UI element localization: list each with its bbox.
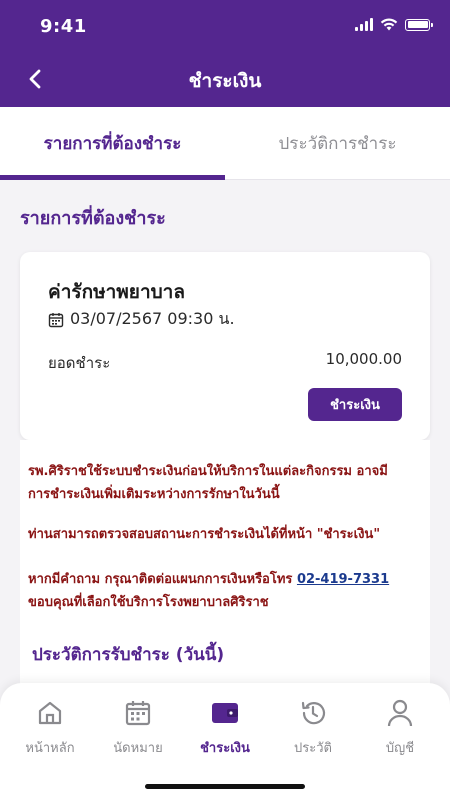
wallet-icon: [209, 697, 241, 729]
notice-payment-policy: รพ.ศิริราชใช้ระบบชำระเงินก่อนให้บริการใน…: [28, 464, 388, 502]
cellular-signal-icon: [355, 18, 373, 31]
status-time: 9:41: [40, 16, 87, 37]
bill-name: ค่ารักษาพยาบาล: [48, 281, 185, 303]
header: 9:41 ชำระเงิน: [0, 0, 450, 107]
wifi-icon: [380, 18, 398, 31]
pay-button[interactable]: ชำระเงิน: [308, 388, 402, 421]
nav-item-account[interactable]: บัญชี: [355, 697, 445, 759]
status-icons: [355, 18, 433, 31]
amount-value: 10,000.00: [325, 350, 402, 368]
home-icon: [34, 697, 66, 729]
calendar-icon: [48, 312, 64, 327]
nav-label: นัดหมาย: [113, 741, 163, 756]
history-icon: [297, 697, 329, 729]
nav-label: บัญชี: [385, 741, 415, 756]
bill-date-row: 03/07/2567 09:30 น.: [48, 307, 235, 332]
bottom-nav: หน้าหลัก นัดหมาย ชำระเงิน ประวัติ บัญชี: [0, 683, 450, 800]
page-title: ชำระเงิน: [188, 70, 262, 92]
thank-you-text: ขอบคุณที่เลือกใช้บริการโรงพยาบาลศิริราช: [28, 595, 269, 610]
nav-item-home[interactable]: หน้าหลัก: [5, 697, 95, 759]
nav-label: ชำระเงิน: [200, 741, 250, 756]
tab-pending-payments[interactable]: รายการที่ต้องชำระ: [0, 107, 225, 180]
tab-bar: รายการที่ต้องชำระ ประวัติการชำระ: [0, 107, 450, 180]
nav-item-payment[interactable]: ชำระเงิน: [180, 697, 270, 759]
nav-item-history[interactable]: ประวัติ: [268, 697, 358, 759]
notice-contact: หากมีคำถาม กรุณาติดต่อแผนกการเงินหรือโทร…: [28, 568, 408, 614]
status-bar: 9:41: [0, 0, 450, 54]
bill-datetime: 03/07/2567 09:30 น.: [70, 309, 235, 328]
tab-payment-history[interactable]: ประวัติการชำระ: [225, 107, 450, 179]
contact-prefix: หากมีคำถาม กรุณาติดต่อแผนกการเงินหรือโทร: [28, 572, 293, 587]
bill-card: ค่ารักษาพยาบาล 03/07/2567 09:30 น. ยอดชำ…: [20, 252, 430, 440]
calendar-icon: [122, 697, 154, 729]
nav-item-appointments[interactable]: นัดหมาย: [93, 697, 183, 759]
home-indicator: [145, 784, 305, 789]
history-title: ประวัติการรับชำระ (วันนี้): [32, 645, 225, 665]
notice-check-status: ท่านสามารถตรวจสอบสถานะการชำระเงินได้ที่ห…: [28, 527, 381, 542]
section-title: รายการที่ต้องชำระ: [20, 208, 166, 229]
nav-label: ประวัติ: [294, 741, 332, 756]
user-icon: [384, 697, 416, 729]
amount-label: ยอดชำระ: [48, 354, 111, 372]
nav-label: หน้าหลัก: [25, 741, 75, 756]
battery-icon: [405, 18, 433, 31]
phone-link[interactable]: 02-419-7331: [297, 572, 389, 587]
